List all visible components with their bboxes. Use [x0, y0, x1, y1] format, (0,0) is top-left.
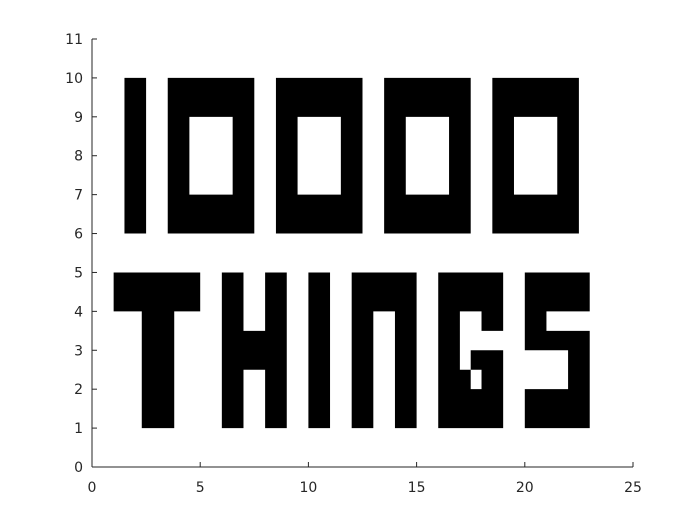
x-tick-label: 0: [88, 480, 97, 496]
y-tick-label: 11: [65, 32, 83, 48]
y-tick-label: 5: [74, 265, 83, 281]
glyph-G: [438, 272, 504, 429]
x-tick-label: 25: [624, 480, 642, 496]
y-tick-label: 3: [74, 343, 83, 359]
x-tick-label: 10: [299, 480, 317, 496]
y-tick-label: 2: [74, 382, 83, 398]
glyph-I: [308, 272, 331, 429]
y-tick-label: 8: [74, 149, 83, 165]
y-tick-label: 10: [65, 71, 83, 87]
y-tick-label: 0: [74, 460, 83, 476]
y-tick-label: 4: [74, 304, 83, 320]
x-tick-label: 20: [516, 480, 534, 496]
y-tick-label: 1: [74, 421, 83, 437]
y-tick-label: 7: [74, 188, 83, 204]
chart-canvas: 0 5 10 15 20 25 0 1 2 3 4 5 6 7 8 9 10 11: [0, 0, 700, 525]
x-tick-label: 15: [408, 480, 426, 496]
y-tick-label: 6: [74, 227, 83, 243]
y-tick-label: 9: [74, 110, 83, 126]
x-tick-label: 5: [196, 480, 205, 496]
glyph-1: [124, 77, 147, 234]
